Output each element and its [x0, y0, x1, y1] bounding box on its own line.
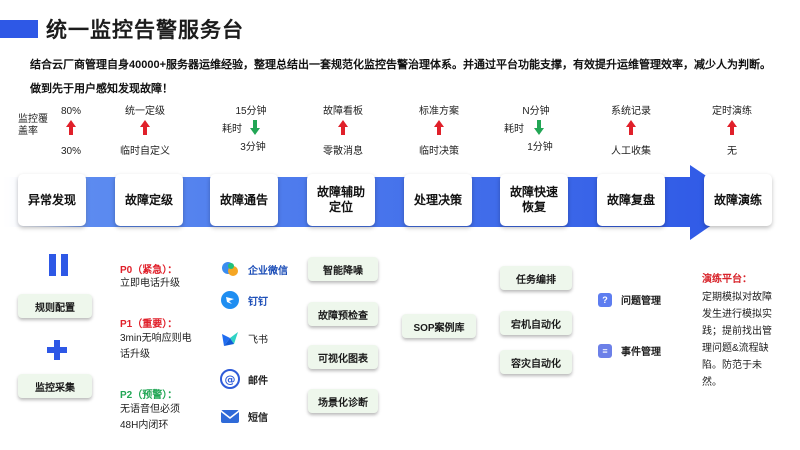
- stage-notify[interactable]: 故障通告: [210, 174, 278, 226]
- metric-coverage-label: 监控覆盖率: [18, 114, 48, 137]
- list-icon: ≡: [598, 343, 612, 358]
- priority-p2-desc: 无语音但必须48H内闭环: [120, 404, 180, 431]
- tool-precheck[interactable]: 故障预检查: [308, 302, 378, 326]
- up-arrow-icon: [725, 120, 739, 136]
- feishu-icon: [220, 328, 240, 348]
- stage-discover[interactable]: 异常发现: [18, 174, 86, 226]
- metric-board-bottom: 零散消息: [323, 146, 363, 157]
- metric-notify-bottom: 3分钟: [240, 142, 266, 153]
- metric-record-top: 系统记录: [611, 106, 651, 117]
- dingtalk-icon: [220, 290, 240, 310]
- priority-p2-head: P2（预警）：: [120, 390, 178, 401]
- metric-drill: 定时演练 无: [707, 106, 757, 158]
- stage-recover[interactable]: 故障快速恢复: [500, 174, 568, 226]
- up-arrow-icon: [64, 120, 78, 136]
- tool-scene-diagnose[interactable]: 场景化诊断: [308, 389, 378, 413]
- up-arrow-icon: [138, 120, 152, 136]
- up-arrow-icon: [336, 120, 350, 136]
- metric-notify-top: 15分钟: [235, 106, 267, 117]
- priority-p1-head: P1（重要）：: [120, 319, 178, 330]
- tool-downtime-automation[interactable]: 宕机自动化: [500, 311, 572, 335]
- metric-coverage-before: 80%: [60, 106, 81, 117]
- metric-coverage-after: 30%: [60, 146, 81, 157]
- question-icon: ?: [598, 292, 612, 307]
- drill-platform-head: 演练平台：: [702, 274, 752, 285]
- channel-wecom[interactable]: 企业微信: [220, 258, 288, 280]
- sop-library-button[interactable]: SOP案例库: [402, 314, 476, 338]
- metric-plan-bottom: 临时决策: [419, 146, 459, 157]
- stage-decide[interactable]: 处理决策: [404, 174, 472, 226]
- metric-grading: 统一定级 临时自定义: [115, 106, 175, 158]
- metric-plan: 标准方案 临时决策: [414, 106, 464, 158]
- email-icon: @: [220, 369, 240, 389]
- metric-notify-side: 耗时: [222, 124, 242, 135]
- sms-icon: [220, 406, 240, 426]
- stage-grade[interactable]: 故障定级: [115, 174, 183, 226]
- metric-record-bottom: 人工收集: [611, 146, 651, 157]
- stage-drill[interactable]: 故障演练: [704, 174, 772, 226]
- metric-drill-bottom: 无: [727, 146, 737, 157]
- metric-board: 故障看板 零散消息: [318, 106, 368, 158]
- problem-management-link[interactable]: ? 问题管理: [598, 292, 661, 307]
- metric-record: 系统记录 人工收集: [606, 106, 656, 158]
- wecom-icon: [220, 259, 240, 279]
- metric-grading-top: 统一定级: [125, 106, 165, 117]
- channel-email[interactable]: @ 邮件: [220, 368, 268, 390]
- monitor-collect-button[interactable]: 监控采集: [18, 374, 92, 398]
- pause-icon: [49, 254, 69, 276]
- tool-dr-automation[interactable]: 容灾自动化: [500, 350, 572, 374]
- metric-plan-top: 标准方案: [419, 106, 459, 117]
- channel-feishu-label: 飞书: [248, 334, 268, 346]
- event-management-label: 事件管理: [621, 347, 661, 358]
- channel-feishu[interactable]: 飞书: [220, 327, 268, 349]
- tool-visual-chart[interactable]: 可视化图表: [308, 345, 378, 369]
- svg-text:@: @: [225, 373, 236, 386]
- channel-dingtalk[interactable]: 钉钉: [220, 289, 268, 311]
- priority-p0-desc: 立即电话升级: [120, 278, 180, 289]
- title-accent-bar: [0, 20, 38, 38]
- channel-dingtalk-label: 钉钉: [248, 296, 268, 308]
- drill-platform-desc: 定期模拟对故障发生进行模拟实践；提前找出管理问题&流程缺陷。防范于未然。: [702, 292, 772, 388]
- intro-text: 结合云厂商管理自身40000+服务器运维经验，整理总结出一套规范化监控告警治理体…: [30, 59, 772, 95]
- channel-sms-label: 短信: [248, 412, 268, 424]
- tool-smart-denoise[interactable]: 智能降噪: [308, 257, 378, 281]
- up-arrow-icon: [624, 120, 638, 136]
- tool-task-orchestration[interactable]: 任务编排: [500, 266, 572, 290]
- up-arrow-icon: [432, 120, 446, 136]
- metric-board-top: 故障看板: [323, 106, 363, 117]
- channel-email-label: 邮件: [248, 375, 268, 387]
- plus-icon: [47, 340, 67, 360]
- metric-coverage: 监控覆盖率: [18, 114, 54, 138]
- stage-review[interactable]: 故障复盘: [597, 174, 665, 226]
- problem-management-label: 问题管理: [621, 296, 661, 307]
- stage-locate[interactable]: 故障辅助定位: [307, 174, 375, 226]
- page-title: 统一监控告警服务台: [46, 19, 244, 42]
- channel-sms[interactable]: 短信: [220, 405, 268, 427]
- metric-recover-side: 耗时: [504, 124, 524, 135]
- metric-recover-top: N分钟: [522, 106, 550, 117]
- priority-p1-desc: 3min无响应则电话升级: [120, 333, 192, 360]
- channel-wecom-label: 企业微信: [248, 265, 288, 277]
- priority-p0-head: P0（紧急）：: [120, 265, 178, 276]
- down-arrow-icon: [248, 120, 262, 136]
- event-management-link[interactable]: ≡ 事件管理: [598, 343, 661, 358]
- metric-drill-top: 定时演练: [712, 106, 752, 117]
- metric-coverage-values: 80% 30%: [56, 106, 86, 158]
- metric-recover-bottom: 1分钟: [527, 142, 553, 153]
- metric-grading-bottom: 临时自定义: [120, 146, 170, 157]
- down-arrow-icon: [532, 120, 546, 136]
- rule-config-button[interactable]: 规则配置: [18, 294, 92, 318]
